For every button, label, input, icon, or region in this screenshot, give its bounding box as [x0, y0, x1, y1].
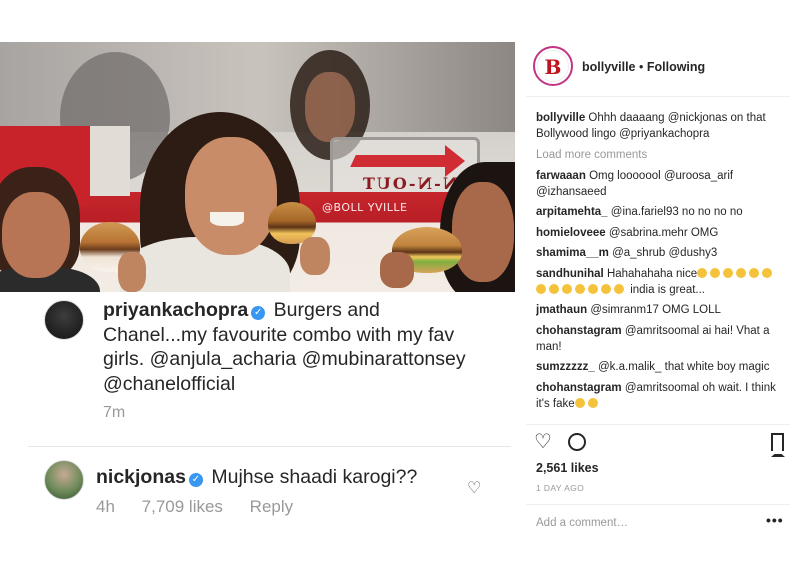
caption-time: 7m: [103, 404, 126, 421]
laughing-emoji-icon: [601, 283, 611, 294]
divider: [526, 504, 790, 505]
load-more-comments-button[interactable]: Load more comments: [536, 147, 786, 163]
comment-username[interactable]: bollyville: [536, 112, 585, 124]
laughing-emoji-icon: [749, 267, 760, 278]
comment-text: @ina.fariel93 no no no no: [610, 206, 743, 218]
reply-button[interactable]: Reply: [250, 497, 293, 516]
header-separator: •: [638, 60, 644, 74]
post-date: 1 DAY AGO: [536, 483, 585, 493]
caption: priyankachopra ✓ Burgers and Chanel...my …: [103, 298, 483, 396]
comment-likes[interactable]: 7,709 likes: [142, 497, 223, 516]
comment: nickjonas ✓ Mujhse shaadi karogi??: [96, 466, 417, 489]
comment-username[interactable]: sumzzzzz_: [536, 361, 595, 373]
comment-username[interactable]: arpitamehta_: [536, 206, 608, 218]
laughing-emoji-icon: [762, 267, 773, 278]
hand-center: [300, 237, 330, 275]
following-button[interactable]: Following: [647, 60, 705, 74]
list-item: bollyville Ohhh daaaang @nickjonas on th…: [536, 110, 786, 142]
account-avatar[interactable]: B: [533, 46, 573, 86]
comment-avatar[interactable]: [44, 460, 84, 500]
caption-username[interactable]: priyankachopra: [103, 299, 248, 321]
divider: [526, 424, 790, 425]
list-item: jmathaun @simranm17 OMG LOLL: [536, 302, 786, 318]
list-item: farwaaan Omg looooool @uroosa_arif @izha…: [536, 168, 786, 200]
account-username[interactable]: bollyville: [582, 60, 636, 74]
woman-left-face: [2, 192, 70, 278]
comment-username[interactable]: chohanstagram: [536, 325, 622, 337]
list-item: shamima__m @a_shrub @dushy3: [536, 245, 786, 261]
comment-text: Mujhse shaadi karogi??: [211, 466, 418, 488]
divider: [28, 446, 511, 447]
laughing-emoji-icon: [536, 283, 546, 294]
list-item: chohanstagram @amritsoomal ai hai! Vhat …: [536, 323, 786, 355]
comment-text: @simranm17 OMG LOLL: [590, 304, 721, 316]
comment-bubble-icon[interactable]: [568, 433, 586, 451]
verified-icon: ✓: [188, 473, 203, 487]
action-bar: ♡: [534, 430, 785, 457]
laughing-emoji-icon: [575, 283, 585, 294]
bookmark-icon[interactable]: [771, 433, 785, 457]
caption-avatar[interactable]: [44, 300, 84, 340]
napkin-box: [90, 126, 130, 196]
list-item: chohanstagram @amritsoomal oh wait. I th…: [536, 380, 786, 412]
hand-right: [380, 252, 414, 288]
comment-text: @k.a.malik_ that white boy magic: [598, 361, 770, 373]
comment-text: @a_shrub @dushy3: [612, 247, 718, 259]
list-item: sumzzzzz_ @k.a.malik_ that white boy mag…: [536, 359, 786, 375]
account-logo: B: [537, 50, 569, 82]
divider: [526, 96, 790, 97]
comment-time: 4h: [96, 497, 115, 516]
woman-right-face: [452, 182, 514, 282]
sign-text: N-N-OUT: [361, 174, 458, 193]
laughing-emoji-icon: [574, 397, 585, 408]
comment-username[interactable]: shamima__m: [536, 247, 609, 259]
list-item: sandhunihal Hahahahaha nice india is gre…: [536, 266, 786, 298]
comment-text: Hahahahaha nice: [606, 267, 698, 280]
laughing-emoji-icon: [562, 283, 572, 294]
background-person-face: [305, 72, 355, 142]
comment-like-icon[interactable]: ♡: [467, 478, 481, 498]
comment-username[interactable]: homieloveee: [536, 227, 606, 239]
laughing-emoji-icon: [587, 397, 598, 408]
comment-meta: 4h 7,709 likes Reply: [96, 497, 315, 517]
post-header: bollyville • Following: [582, 60, 705, 74]
photo-watermark: @BOLL YVILLE: [322, 201, 408, 214]
post-photo[interactable]: N-N-OUT @BOLL YVILLE: [0, 42, 515, 292]
comment-username[interactable]: jmathaun: [536, 304, 587, 316]
laughing-emoji-icon: [736, 267, 747, 278]
laughing-emoji-icon: [723, 267, 734, 278]
add-comment-input[interactable]: Add a comment…: [536, 517, 628, 529]
comment-username[interactable]: sandhunihal: [536, 268, 604, 280]
laughing-emoji-icon: [697, 267, 708, 278]
list-item: homieloveee @sabrina.mehr OMG: [536, 225, 786, 241]
hand-left: [118, 252, 146, 292]
likes-count[interactable]: 2,561 likes: [536, 461, 599, 475]
woman-center-face: [185, 137, 277, 255]
comment-text: @sabrina.mehr OMG: [608, 226, 719, 239]
laughing-emoji-icon: [588, 283, 598, 294]
comment-list[interactable]: bollyville Ohhh daaaang @nickjonas on th…: [536, 110, 786, 422]
list-item: arpitamehta_ @ina.fariel93 no no no no: [536, 204, 786, 220]
sign-arrow: [350, 155, 456, 167]
laughing-emoji-icon: [549, 283, 559, 294]
comment-text-tail: india is great...: [630, 283, 705, 296]
comment-username[interactable]: nickjonas: [96, 466, 186, 488]
verified-icon: ✓: [251, 306, 266, 320]
comment-username[interactable]: farwaaan: [536, 170, 586, 182]
comment-username[interactable]: chohanstagram: [536, 382, 622, 394]
laughing-emoji-icon: [614, 283, 624, 294]
more-options-button[interactable]: •••: [766, 512, 784, 528]
like-heart-icon[interactable]: ♡: [534, 430, 552, 454]
woman-center-smile: [210, 212, 244, 226]
laughing-emoji-icon: [710, 267, 721, 278]
